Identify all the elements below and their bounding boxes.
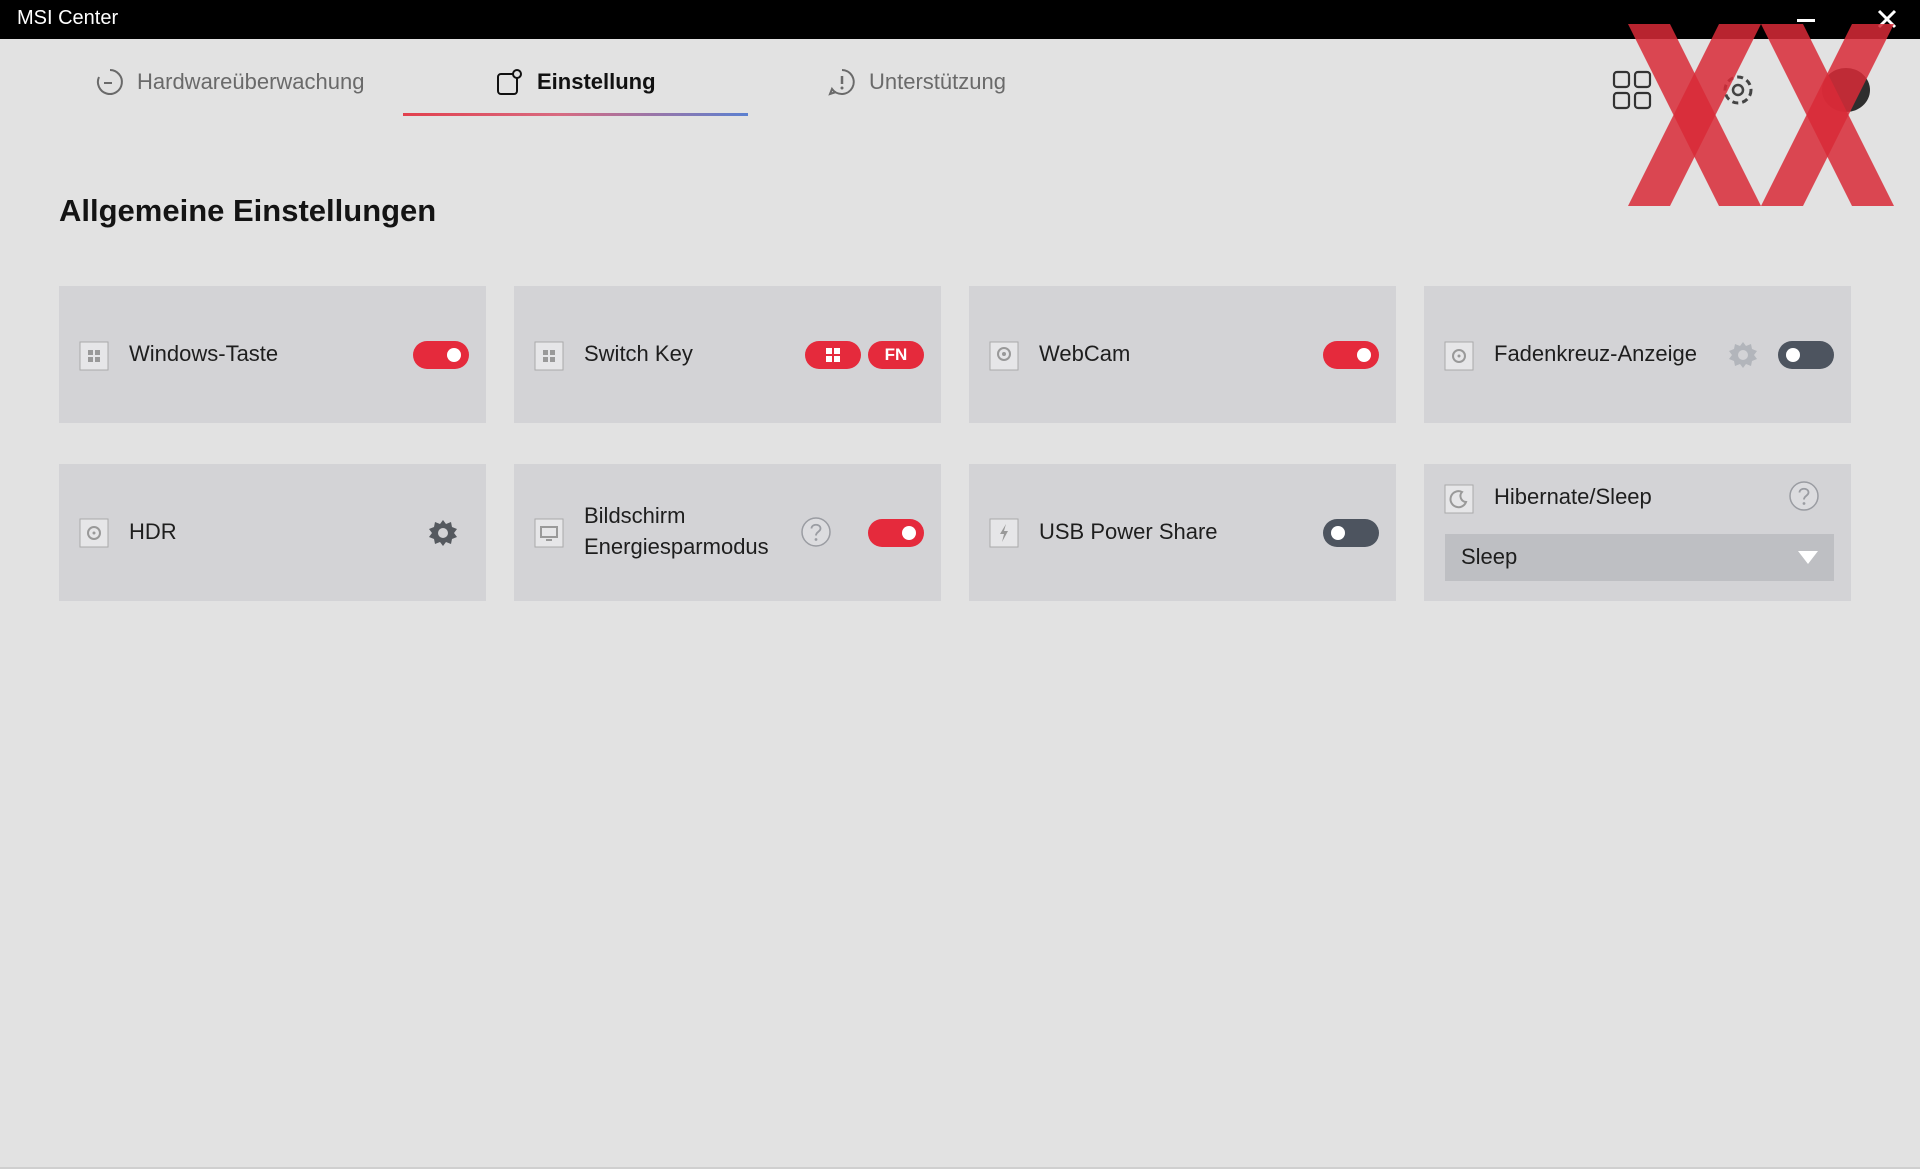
card-label: WebCam bbox=[1039, 341, 1131, 366]
tab-label: Einstellung bbox=[537, 69, 656, 94]
card-webcam: WebCam bbox=[969, 286, 1396, 423]
card-label: Switch Key bbox=[584, 341, 693, 366]
usb-power-icon bbox=[989, 518, 1019, 548]
tab-label: Hardwareüberwachung bbox=[137, 69, 365, 94]
tab-settings[interactable]: Einstellung bbox=[495, 60, 656, 104]
hdr-icon bbox=[79, 518, 109, 548]
usb-power-share-toggle[interactable] bbox=[1323, 519, 1379, 547]
chevron-down-icon bbox=[1798, 551, 1818, 564]
card-label: HDR bbox=[129, 519, 177, 544]
tab-support[interactable]: Unterstützung bbox=[827, 60, 1006, 104]
card-switch-key: Switch Key FN bbox=[514, 286, 941, 423]
webcam-toggle[interactable] bbox=[1323, 341, 1379, 369]
windows-key-icon bbox=[79, 341, 109, 371]
card-usb-power-share: USB Power Share bbox=[969, 464, 1396, 601]
windows-key-toggle[interactable] bbox=[413, 341, 469, 369]
hdr-settings-gear-icon[interactable] bbox=[427, 517, 459, 549]
fn-key-pill[interactable]: FN bbox=[868, 341, 924, 369]
card-label: USB Power Share bbox=[1039, 519, 1218, 544]
card-windows-key: Windows-Taste bbox=[59, 286, 486, 423]
card-label-line1: Bildschirm bbox=[584, 503, 686, 528]
window-title: MSI Center bbox=[17, 7, 119, 29]
windows-logo-pill[interactable] bbox=[805, 341, 861, 369]
select-value: Sleep bbox=[1461, 544, 1518, 569]
gauge-icon bbox=[96, 69, 123, 95]
help-icon[interactable] bbox=[800, 516, 832, 548]
tab-label: Unterstützung bbox=[869, 69, 1006, 94]
active-tab-indicator bbox=[403, 113, 748, 116]
crosshair-toggle[interactable] bbox=[1778, 341, 1834, 369]
section-title: Allgemeine Einstellungen bbox=[59, 193, 437, 228]
tab-hardware-monitoring[interactable]: Hardwareüberwachung bbox=[95, 60, 364, 104]
crosshair-settings-gear-icon[interactable] bbox=[1727, 339, 1759, 371]
sleep-icon bbox=[1444, 484, 1474, 514]
crosshair-icon bbox=[1444, 341, 1474, 371]
webcam-icon bbox=[989, 341, 1019, 371]
support-icon bbox=[828, 69, 855, 96]
card-hdr: HDR bbox=[59, 464, 486, 601]
hibernate-sleep-select[interactable]: Sleep bbox=[1445, 534, 1834, 581]
screen-power-saving-toggle[interactable] bbox=[868, 519, 924, 547]
settings-tab-icon bbox=[497, 69, 522, 95]
card-label: Fadenkreuz-Anzeige bbox=[1494, 341, 1698, 366]
card-screen-power-saving: Bildschirm Energiesparmodus bbox=[514, 464, 941, 601]
card-crosshair: Fadenkreuz-Anzeige bbox=[1424, 286, 1851, 423]
minimize-icon[interactable] bbox=[1797, 19, 1815, 22]
card-label: Windows-Taste bbox=[129, 341, 279, 366]
watermark-logo bbox=[1628, 24, 1894, 206]
switch-key-icon bbox=[534, 341, 564, 371]
help-icon[interactable] bbox=[1788, 480, 1820, 512]
windows-logo-icon bbox=[826, 348, 840, 362]
card-label: Hibernate/Sleep bbox=[1494, 484, 1652, 509]
card-label-line2: Energiesparmodus bbox=[584, 534, 769, 559]
monitor-icon bbox=[534, 518, 564, 548]
